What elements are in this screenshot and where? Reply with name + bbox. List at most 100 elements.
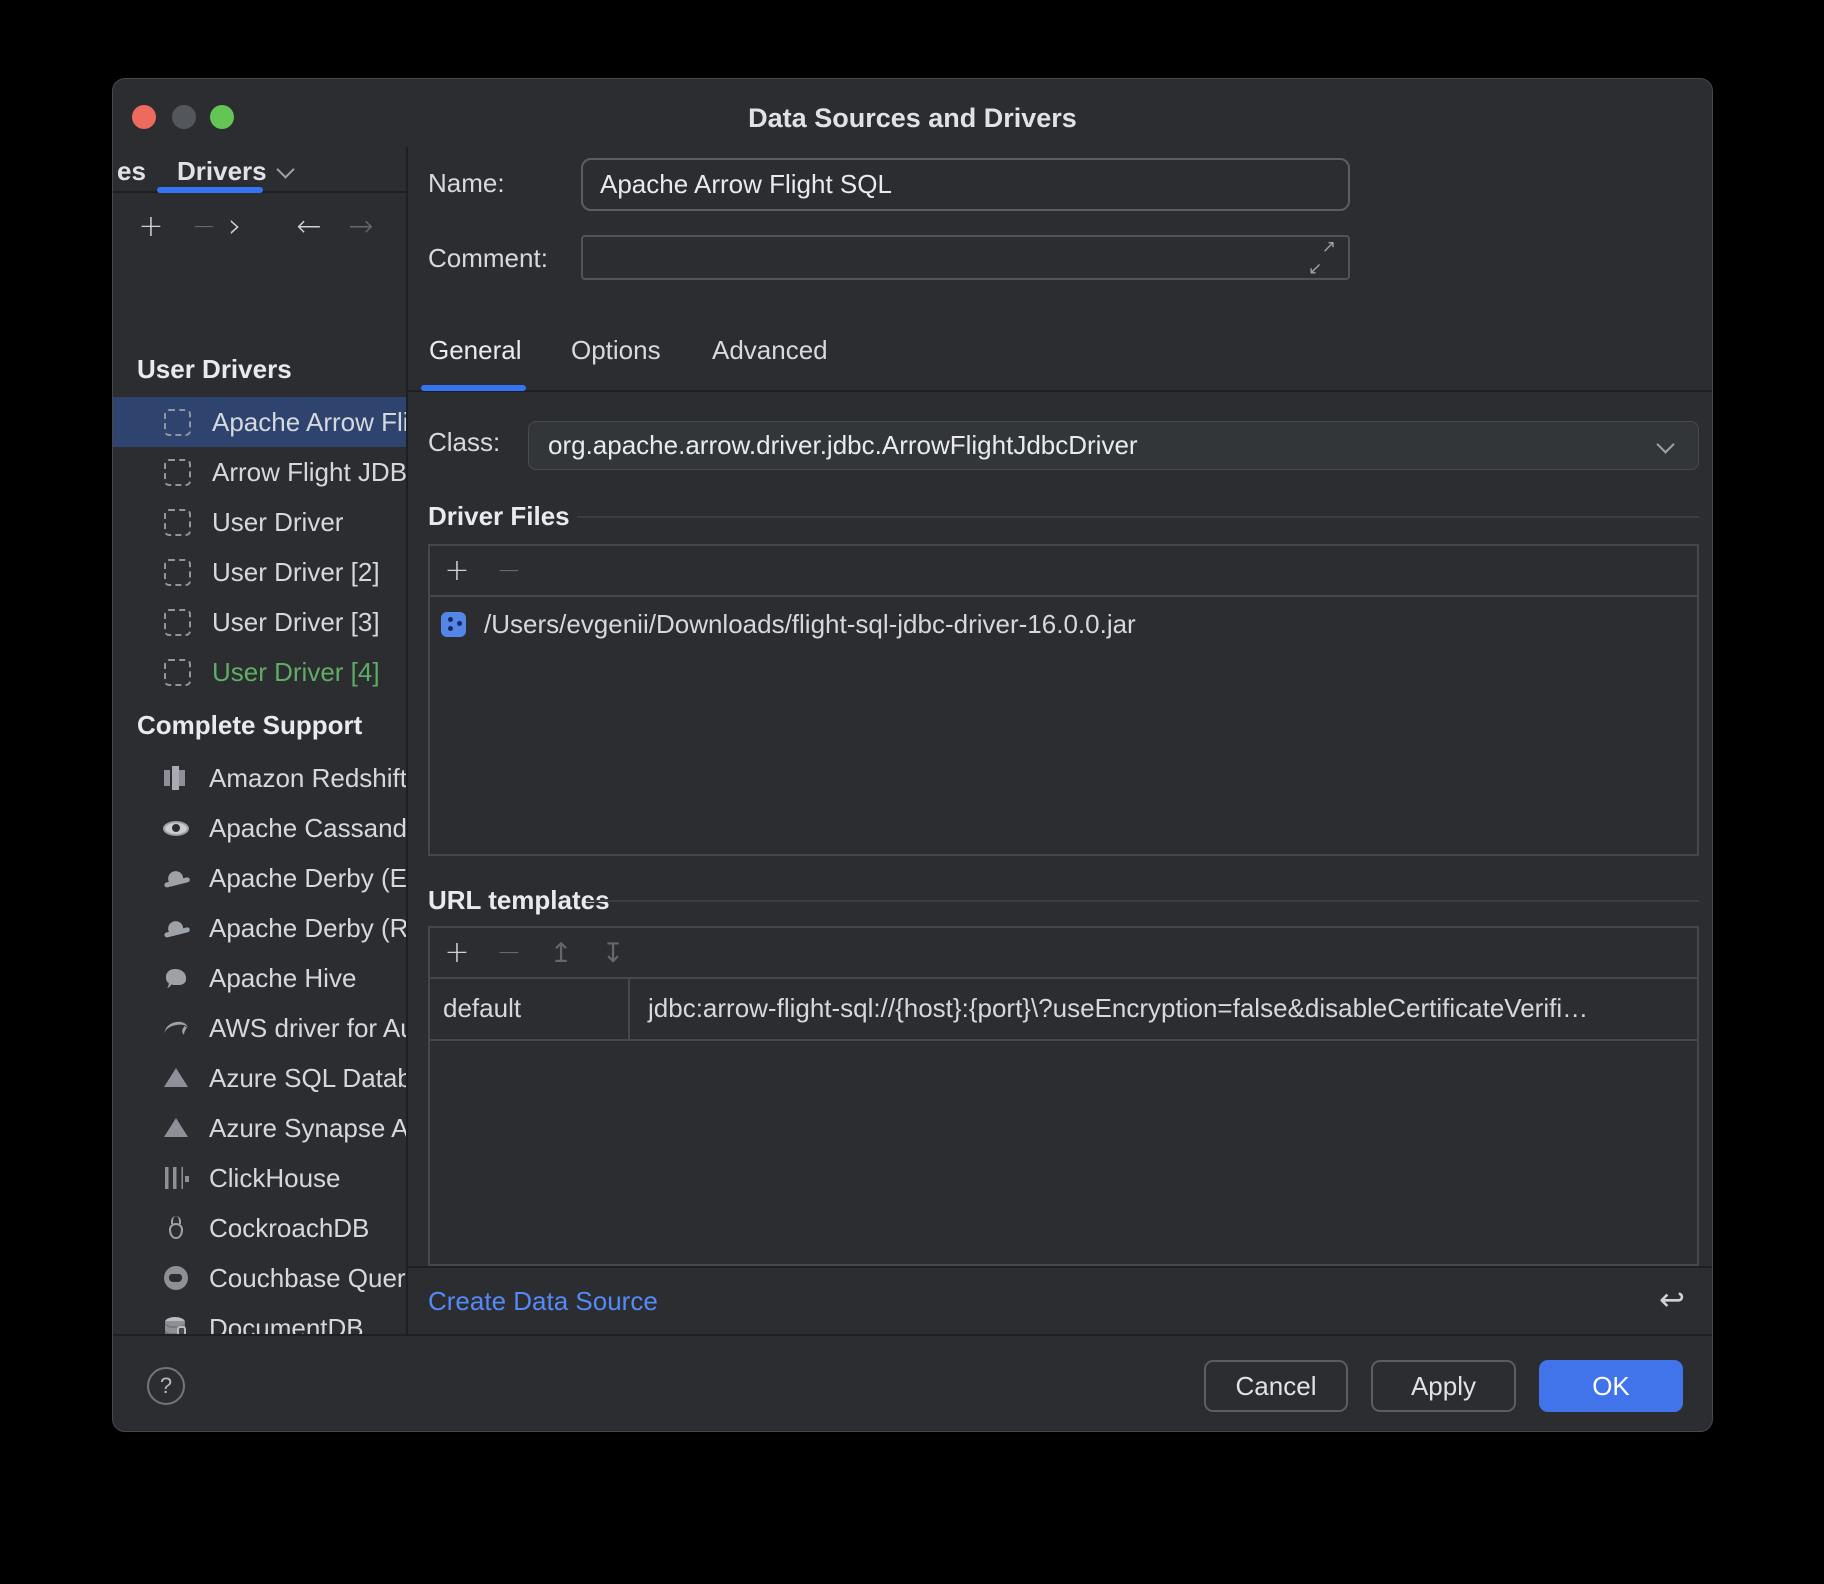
apache-hive-icon [161,963,191,993]
remove-icon[interactable] [494,553,524,587]
remove-icon[interactable] [494,935,524,969]
azure-icon [161,1063,191,1093]
driver-item-label: Apache Cassandra [209,813,406,844]
url-templates-toolbar [430,928,1697,979]
user-driver-icon [164,459,191,486]
comment-input[interactable] [581,235,1350,280]
driver-list-item[interactable]: Apache Arrow Flight SQL [113,397,406,447]
url-templates-box: defaultjdbc:arrow-flight-sql://{host}:{p… [428,926,1699,1266]
url-templates-rule [586,900,1699,902]
tab-advanced[interactable]: Advanced [712,332,828,368]
driver-list-item[interactable]: Couchbase Query [113,1253,406,1303]
move-up-icon [550,935,573,970]
driver-item-label: CockroachDB [209,1213,369,1244]
driver-item-label: User Driver [212,507,343,538]
cancel-button[interactable]: Cancel [1204,1360,1348,1412]
expand-icon[interactable] [1300,239,1340,279]
driver-list-item[interactable]: Amazon Redshift [113,753,406,803]
move-down-icon [602,935,625,970]
driver-files-box: /Users/evgenii/Downloads/flight-sql-jdbc… [428,544,1699,856]
driver-files-toolbar [430,546,1697,597]
jar-icon [441,612,466,637]
driver-list-item[interactable]: User Driver [4] [113,647,406,697]
tabs-divider [407,390,1713,392]
driver-list-item[interactable]: ClickHouse [113,1153,406,1203]
amazon-redshift-icon [161,763,191,793]
move-down-icon[interactable] [598,935,628,969]
driver-item-label: User Driver [4] [212,657,380,688]
tab-options[interactable]: Options [571,332,661,368]
remove-icon [496,553,521,588]
name-label: Name: [428,165,505,201]
apache-cassandra-icon [161,813,191,843]
move-up-icon[interactable] [546,935,576,969]
driver-file-row[interactable]: /Users/evgenii/Downloads/flight-sql-jdbc… [430,601,1695,647]
url-templates-header: URL templates [428,882,610,918]
apply-button[interactable]: Apply [1371,1360,1516,1412]
driver-item-label: ClickHouse [209,1163,341,1194]
remove-icon [496,935,521,970]
user-driver-icon [164,409,191,436]
driver-item-label: DocumentDB [209,1313,364,1335]
driver-item-label: Arrow Flight JDBC [212,457,406,488]
url-template-value-cell[interactable]: jdbc:arrow-flight-sql://{host}:{port}\?u… [630,977,1697,1041]
driver-files-header: Driver Files [428,498,570,534]
driver-list-item[interactable]: Apache Derby (Embedded) [113,853,406,903]
user-driver-icon [164,559,191,586]
driver-item-label: AWS driver for Aurora [209,1013,406,1044]
driver-list-item[interactable]: DocumentDB [113,1303,406,1334]
create-data-source-link[interactable]: Create Data Source [428,1283,658,1319]
driver-list-panel: User DriversApache Arrow Flight SQL Arrow… [113,147,406,1334]
driver-item-label: User Driver [3] [212,607,380,638]
driver-list-item[interactable]: CockroachDB [113,1203,406,1253]
add-icon[interactable] [442,935,472,969]
ok-button[interactable]: OK [1539,1360,1683,1412]
azure-icon [161,1113,191,1143]
class-label: Class: [428,424,500,460]
driver-list-item[interactable]: Apache Cassandra [113,803,406,853]
active-main-tab-indicator [421,385,526,391]
apache-derby-icon [158,860,194,896]
add-icon [444,935,469,970]
driver-list-item[interactable]: Arrow Flight JDBC [113,447,406,497]
driver-file-path: /Users/evgenii/Downloads/flight-sql-jdbc… [484,609,1136,640]
footer-divider [113,1334,1713,1336]
driver-list-item[interactable]: AWS driver for Aurora [113,1003,406,1053]
add-icon [444,553,469,588]
help-icon[interactable] [147,1367,185,1405]
driver-list-item[interactable]: Azure SQL Database [113,1053,406,1103]
driver-list-item[interactable]: User Driver [113,497,406,547]
tab-general[interactable]: General [429,332,522,368]
driver-list-item[interactable]: User Driver [3] [113,597,406,647]
driver-item-label: Amazon Redshift [209,763,406,794]
user-driver-icon [164,659,191,686]
list-section-header: User Drivers [113,341,406,397]
comment-label: Comment: [428,240,548,276]
documentdb-icon [161,1313,191,1334]
class-select[interactable]: org.apache.arrow.driver.jdbc.ArrowFlight… [528,421,1699,470]
driver-item-label: Couchbase Query [209,1263,406,1294]
name-input[interactable]: Apache Arrow Flight SQL [581,158,1350,211]
driver-item-label: Apache Derby (Embedded) [209,863,406,894]
aws-dolphin-icon [161,1013,191,1043]
driver-item-label: Apache Derby (Remote) [209,913,406,944]
add-icon[interactable] [442,553,472,587]
driver-item-label: Azure SQL Database [209,1063,406,1094]
driver-list-item[interactable]: Azure Synapse Analytics [113,1103,406,1153]
driver-item-label: Apache Hive [209,963,356,994]
driver-item-label: User Driver [2] [212,557,380,588]
name-value: Apache Arrow Flight SQL [600,169,892,200]
list-section-header: Complete Support [113,697,406,753]
driver-list-item[interactable]: Apache Hive [113,953,406,1003]
couchbase-icon [161,1263,191,1293]
undo-icon[interactable] [1657,1283,1687,1317]
dialog-title: Data Sources and Drivers [113,103,1712,134]
driver-item-label: Azure Synapse Analytics [209,1113,406,1144]
user-driver-icon [164,609,191,636]
driver-files-rule [577,516,1699,518]
url-template-name-cell[interactable]: default [430,977,630,1041]
chevron-down-icon [1656,435,1674,453]
driver-list: User DriversApache Arrow Flight SQL Arrow… [113,341,406,1334]
driver-list-item[interactable]: User Driver [2] [113,547,406,597]
driver-list-item[interactable]: Apache Derby (Remote) [113,903,406,953]
